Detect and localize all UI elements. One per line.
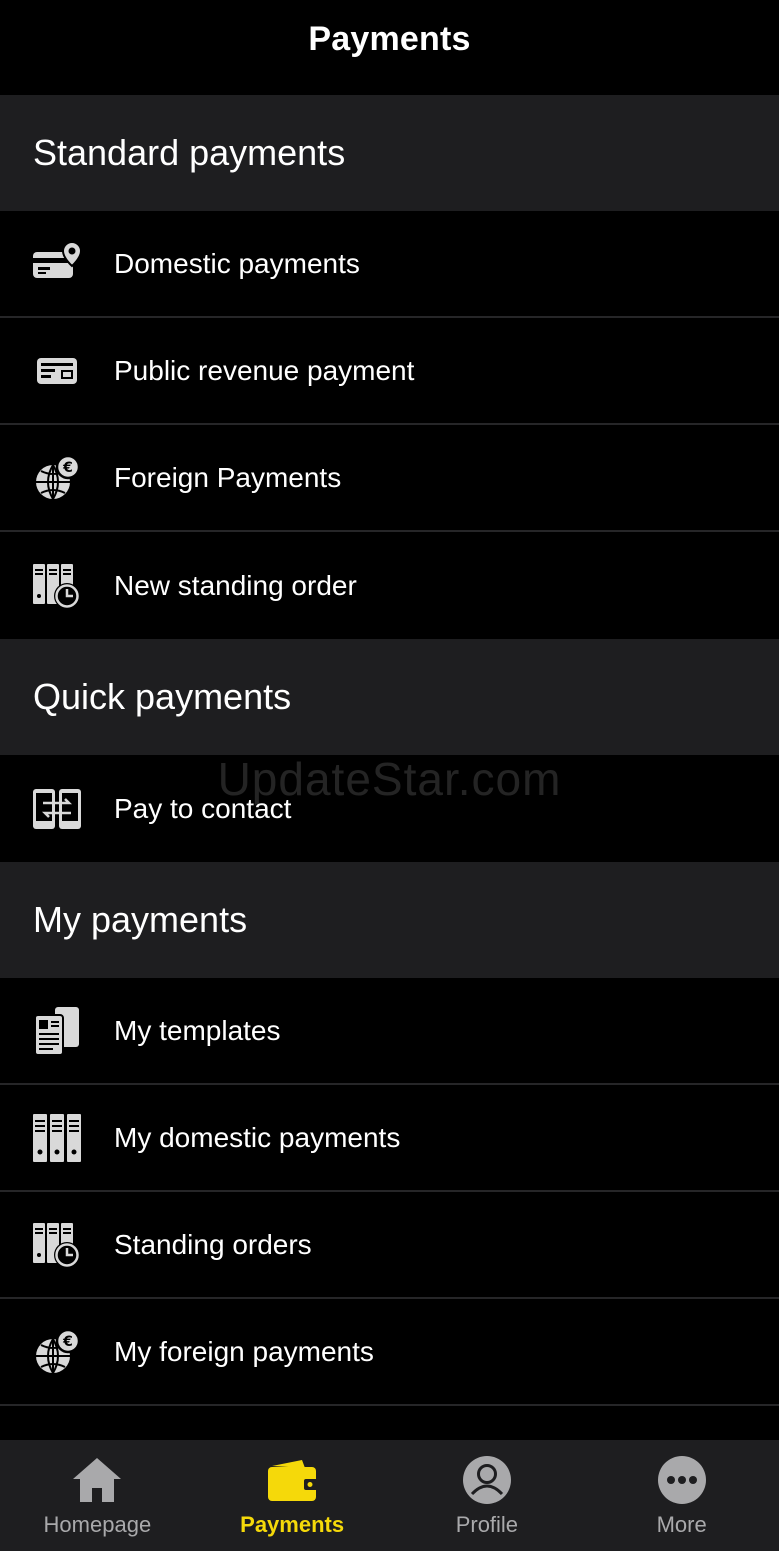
binders-clock-icon bbox=[0, 560, 114, 612]
menu-item-standing-orders[interactable]: Standing orders bbox=[0, 1192, 779, 1299]
menu-item-pay-to-contact[interactable]: Pay to contact bbox=[0, 755, 779, 862]
tab-more[interactable]: More bbox=[584, 1440, 779, 1551]
menu-item-new-standing-order[interactable]: New standing order bbox=[0, 532, 779, 639]
section-standard-payments: Standard payments bbox=[0, 95, 779, 211]
menu-item-foreign-payments[interactable]: € Foreign Payments bbox=[0, 425, 779, 532]
tab-label: Homepage bbox=[43, 1511, 152, 1537]
menu-item-public-revenue-payment[interactable]: Public revenue payment bbox=[0, 318, 779, 425]
page-title: Payments bbox=[308, 20, 471, 58]
app-header: Payments bbox=[0, 0, 779, 95]
menu-item-domestic-payments[interactable]: Domestic payments bbox=[0, 211, 779, 318]
section-title: My payments bbox=[33, 899, 248, 940]
card-pin-icon bbox=[0, 238, 114, 290]
tab-label: Profile bbox=[455, 1511, 519, 1537]
tab-label: More bbox=[656, 1511, 707, 1537]
menu-item-label: My foreign payments bbox=[114, 1335, 374, 1367]
card-icon bbox=[0, 345, 114, 397]
menu-item-my-foreign-payments[interactable]: € My foreign payments bbox=[0, 1299, 779, 1406]
section-title: Quick payments bbox=[33, 676, 292, 717]
phones-transfer-icon bbox=[0, 783, 114, 835]
menu-item-label: Public revenue payment bbox=[114, 354, 415, 386]
home-icon bbox=[73, 1457, 122, 1502]
wallet-icon bbox=[268, 1459, 319, 1501]
menu-item-my-domestic-payments[interactable]: My domestic payments bbox=[0, 1085, 779, 1192]
menu-item-my-templates[interactable]: My templates bbox=[0, 978, 779, 1085]
tab-label: Payments bbox=[240, 1511, 345, 1537]
menu-item-label: Standing orders bbox=[114, 1228, 312, 1260]
menu-item-label: My domestic payments bbox=[114, 1121, 401, 1153]
section-title: Standard payments bbox=[33, 132, 346, 173]
menu-item-label: Foreign Payments bbox=[114, 461, 342, 493]
menu-item-label: Domestic payments bbox=[114, 247, 360, 279]
more-icon bbox=[657, 1455, 706, 1504]
menu-item-label: New standing order bbox=[114, 569, 357, 601]
tab-homepage[interactable]: Homepage bbox=[0, 1440, 195, 1551]
tab-profile[interactable]: Profile bbox=[390, 1440, 585, 1551]
globe-euro-icon: € bbox=[0, 452, 114, 504]
templates-icon bbox=[0, 1005, 114, 1057]
tab-payments[interactable]: Payments bbox=[195, 1440, 390, 1551]
binders-icon bbox=[0, 1112, 114, 1164]
profile-icon bbox=[462, 1455, 511, 1504]
menu-item-label: My templates bbox=[114, 1014, 281, 1046]
svg-text:€: € bbox=[62, 1334, 73, 1350]
section-my-payments: My payments bbox=[0, 862, 779, 978]
svg-text:€: € bbox=[62, 460, 73, 476]
globe-euro-icon: € bbox=[0, 1326, 114, 1378]
binders-clock-icon bbox=[0, 1219, 114, 1271]
bottom-tab-bar: Homepage Payments Profile More bbox=[0, 1440, 779, 1551]
section-quick-payments: Quick payments bbox=[0, 639, 779, 755]
menu-item-label: Pay to contact bbox=[114, 792, 292, 824]
